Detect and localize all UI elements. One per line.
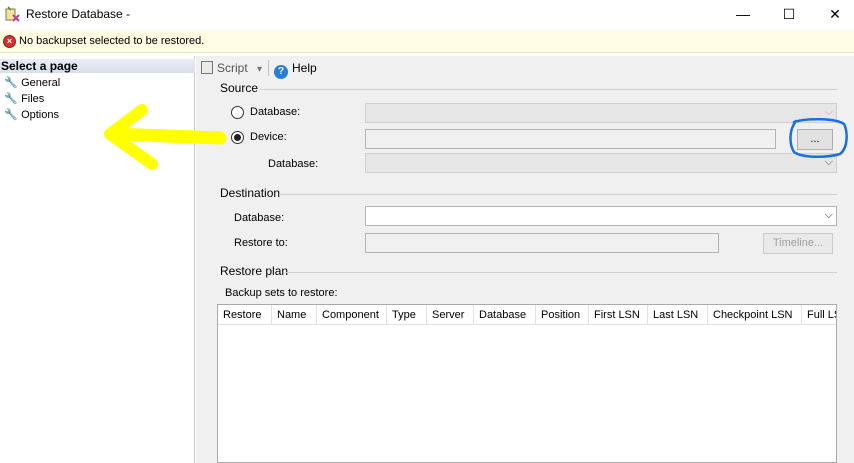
database-radio-label: Database: <box>250 106 301 118</box>
grid-header-row: Restore Name Component Type Server Datab… <box>218 305 836 325</box>
destination-divider <box>279 194 837 195</box>
page-item-label: Files <box>21 93 45 105</box>
page-selector-header: Select a page <box>0 59 195 73</box>
column-header-last-lsn[interactable]: Last LSN <box>648 305 708 324</box>
device-radio[interactable] <box>231 131 244 144</box>
column-header-type[interactable]: Type <box>387 305 427 324</box>
minimize-button[interactable]: — <box>720 0 766 28</box>
help-icon: ? <box>274 65 288 79</box>
destination-database-dropdown[interactable]: ⌵ <box>365 206 837 226</box>
script-button[interactable]: Script ▾ <box>201 60 262 78</box>
maximize-button[interactable]: ☐ <box>766 0 812 28</box>
error-icon: × <box>3 35 16 48</box>
window-title: Restore Database - <box>26 7 131 21</box>
destination-database-label: Database: <box>234 212 285 224</box>
toolbar: Script ▾ ? Help <box>196 56 854 80</box>
database-radio[interactable] <box>231 106 244 119</box>
restore-to-label: Restore to: <box>234 237 288 249</box>
close-button[interactable]: ✕ <box>812 0 854 28</box>
column-header-name[interactable]: Name <box>272 305 317 324</box>
help-label: Help <box>292 61 317 75</box>
backup-sets-grid[interactable]: Restore Name Component Type Server Datab… <box>217 304 837 463</box>
column-header-checkpoint-lsn[interactable]: Checkpoint LSN <box>708 305 802 324</box>
wrench-icon: 🔧 <box>4 93 18 105</box>
error-message: No backupset selected to be restored. <box>19 35 205 47</box>
restore-plan-divider <box>285 272 837 273</box>
browse-device-button[interactable]: ... <box>797 129 833 150</box>
column-header-first-lsn[interactable]: First LSN <box>589 305 648 324</box>
column-header-full-lsn[interactable]: Full LS <box>802 305 836 324</box>
restore-plan-group-title: Restore plan <box>220 264 289 278</box>
backup-sets-label: Backup sets to restore: <box>225 287 338 299</box>
chevron-down-icon: ⌵ <box>824 209 833 221</box>
dropdown-arrow-icon: ▾ <box>257 64 263 75</box>
device-radio-label: Device: <box>250 131 287 143</box>
restore-to-field[interactable] <box>365 233 719 253</box>
device-path-field[interactable] <box>365 129 776 149</box>
timeline-button[interactable]: Timeline... <box>763 233 833 254</box>
column-header-restore[interactable]: Restore <box>218 305 272 324</box>
destination-group-title: Destination <box>220 186 281 200</box>
script-icon <box>201 61 213 74</box>
wrench-icon: 🔧 <box>4 109 18 121</box>
page-item-general[interactable]: 🔧 General <box>4 76 60 91</box>
device-database-label: Database: <box>268 158 319 170</box>
page-item-files[interactable]: 🔧 Files <box>4 92 44 107</box>
help-button[interactable]: ? Help <box>274 60 317 79</box>
toolbar-separator <box>268 60 269 76</box>
chevron-down-icon: ⌵ <box>824 106 833 118</box>
page-item-label: General <box>21 77 61 89</box>
source-group-title: Source <box>220 81 259 95</box>
column-header-component[interactable]: Component <box>317 305 387 324</box>
script-label: Script <box>217 61 248 75</box>
page-item-label: Options <box>21 109 59 121</box>
column-header-database[interactable]: Database <box>474 305 536 324</box>
page-item-options[interactable]: 🔧 Options <box>4 108 59 123</box>
general-page: Script ▾ ? Help Source Database: ⌵ Device… <box>196 56 854 463</box>
wrench-icon: 🔧 <box>4 77 18 89</box>
page-selector-pane: Select a page 🔧 General 🔧 Files 🔧 Option… <box>0 56 195 463</box>
message-bar: × No backupset selected to be restored. <box>0 30 854 53</box>
chevron-down-icon: ⌵ <box>824 156 833 168</box>
column-header-server[interactable]: Server <box>427 305 474 324</box>
source-database-dropdown[interactable]: ⌵ <box>365 103 837 123</box>
title-bar: Restore Database - — ☐ ✕ <box>0 0 854 28</box>
restore-database-icon <box>5 6 20 22</box>
device-database-dropdown[interactable]: ⌵ <box>365 153 837 173</box>
column-header-position[interactable]: Position <box>536 305 589 324</box>
source-divider <box>260 89 837 90</box>
